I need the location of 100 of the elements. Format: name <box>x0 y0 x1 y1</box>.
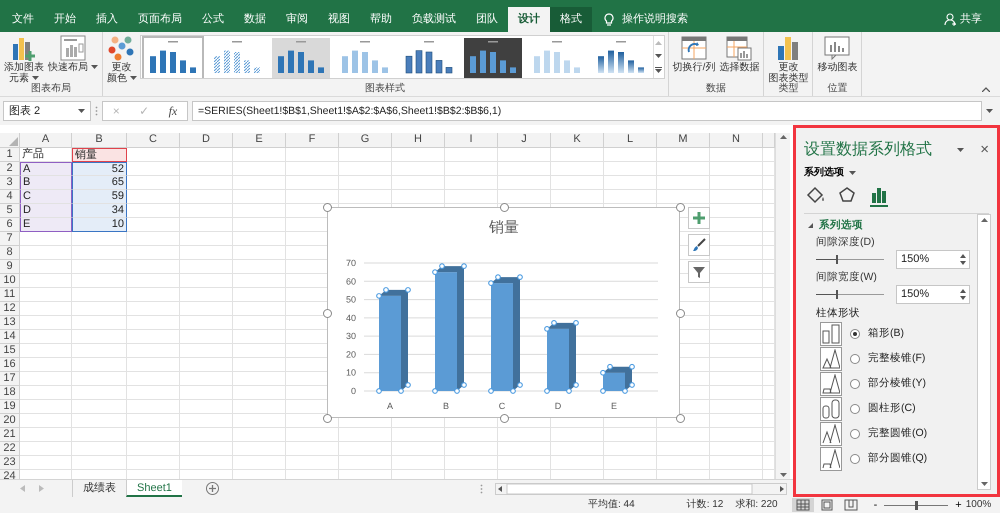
option-label[interactable]: 箱形(B) <box>868 326 904 342</box>
chart-area[interactable]: 销量 0 10 20 30 40 50 60 70 A B C D E <box>327 207 680 418</box>
lightbulb-icon[interactable] <box>604 12 614 26</box>
ribbon-button[interactable]: 快速布局 <box>47 34 99 73</box>
point-handle[interactable] <box>376 388 382 394</box>
radio-button[interactable] <box>850 429 860 440</box>
spin-arrows-icon[interactable] <box>960 254 966 265</box>
resize-handle[interactable] <box>323 203 332 212</box>
ribbon-tab[interactable]: 文件 <box>2 7 44 32</box>
row-header[interactable]: 18 <box>0 386 20 400</box>
radio-button[interactable] <box>850 354 860 364</box>
horizontal-scrollbar[interactable] <box>495 482 787 494</box>
column-header[interactable]: L <box>604 133 657 148</box>
column-header[interactable]: K <box>551 133 604 148</box>
ribbon-tab[interactable]: 负载测试 <box>402 7 466 32</box>
ribbon-tab[interactable]: 审阅 <box>276 7 318 32</box>
point-handle[interactable] <box>517 274 523 280</box>
point-handle[interactable] <box>432 388 438 394</box>
formula-button[interactable]: fx <box>164 102 182 120</box>
row-header[interactable]: 15 <box>0 344 20 358</box>
add-sheet-icon[interactable] <box>206 482 219 495</box>
row-header[interactable]: 10 <box>0 274 20 288</box>
row-header[interactable]: 19 <box>0 400 20 414</box>
more-icon[interactable] <box>655 67 662 74</box>
scroll-up-icon[interactable] <box>780 135 786 139</box>
option-label[interactable]: 部分圆锥(Q) <box>868 451 928 468</box>
column-header[interactable]: M <box>657 133 710 148</box>
option-label[interactable]: 完整棱锥(F) <box>868 351 926 368</box>
ribbon-tab[interactable]: 页面布局 <box>128 7 192 32</box>
row-header[interactable]: 20 <box>0 414 20 428</box>
chart-style-thumbnail[interactable] <box>142 36 204 78</box>
ribbon-button[interactable]: 更改 图表类型 <box>767 34 810 84</box>
close-button[interactable]: × <box>976 138 993 162</box>
scroll-up-icon[interactable] <box>980 218 988 222</box>
point-handle[interactable] <box>573 320 579 326</box>
row-header[interactable]: 23 <box>0 456 20 470</box>
point-handle[interactable] <box>461 263 467 269</box>
row-header[interactable]: 1 <box>0 148 20 162</box>
ribbon-button[interactable]: 选择数据 <box>718 34 760 73</box>
row-header[interactable]: 11 <box>0 288 20 302</box>
ribbon-button[interactable]: 添加图表 元素 <box>3 34 45 84</box>
panel-tab[interactable] <box>870 186 888 207</box>
chart-title[interactable]: 销量 <box>489 219 519 236</box>
ribbon-button[interactable]: 切换行/列 <box>672 34 716 73</box>
sheet-tab[interactable]: Sheet1 <box>126 480 182 497</box>
resize-handle[interactable] <box>323 308 332 318</box>
column-header[interactable]: G <box>339 133 392 148</box>
formula-field[interactable]: =SERIES(Sheet1!$B$1,Sheet1!$A$2:$A$6,Sheet1!$B$2:$B$6,1) <box>192 101 982 121</box>
ribbon-tab[interactable]: 视图 <box>318 7 360 32</box>
row-header[interactable]: 9 <box>0 260 20 274</box>
radio-button[interactable] <box>850 379 860 390</box>
row-header[interactable]: 8 <box>0 246 20 260</box>
column-header[interactable]: B <box>72 133 127 148</box>
chart-side-button[interactable] <box>688 261 710 283</box>
zoom-in-button[interactable]: + <box>951 498 966 512</box>
row-header[interactable]: 21 <box>0 428 20 442</box>
row-header[interactable]: 5 <box>0 204 20 218</box>
spin-arrows-icon[interactable] <box>960 288 966 300</box>
row-header[interactable]: 12 <box>0 302 20 316</box>
scroll-down-icon[interactable] <box>780 473 786 477</box>
tell-me-search[interactable]: 操作说明搜索 <box>622 11 688 28</box>
point-handle[interactable] <box>544 388 550 394</box>
row-header[interactable]: 22 <box>0 442 20 456</box>
share-button[interactable]: 共享 <box>938 7 988 32</box>
options-menu[interactable]: 系列选项 <box>804 165 856 180</box>
row-header[interactable]: 4 <box>0 190 20 204</box>
ribbon-tab[interactable]: 团队 <box>466 7 508 32</box>
ribbon-tab[interactable]: 插入 <box>86 7 128 32</box>
collapse-icon[interactable] <box>982 87 990 92</box>
column-header[interactable]: D <box>180 133 233 148</box>
row-header[interactable]: 16 <box>0 358 20 372</box>
column-header[interactable]: A <box>20 133 72 148</box>
row-header[interactable]: 24 <box>0 470 20 479</box>
radio-button[interactable] <box>850 404 860 414</box>
view-button[interactable] <box>792 498 814 512</box>
point-handle[interactable] <box>488 388 494 394</box>
scroll-down-icon[interactable] <box>655 54 662 58</box>
row-header[interactable]: 3 <box>0 176 20 190</box>
row-header[interactable]: 14 <box>0 330 20 344</box>
column-header[interactable]: N <box>710 133 763 148</box>
column-header[interactable]: I <box>445 133 498 148</box>
row-header[interactable]: 7 <box>0 232 20 246</box>
ribbon-tab[interactable]: 公式 <box>192 7 234 32</box>
ribbon-tab[interactable]: 设计 <box>508 7 550 32</box>
ribbon-tab[interactable]: 帮助 <box>360 7 402 32</box>
radio-button[interactable] <box>850 454 860 464</box>
spin-field[interactable]: 150% <box>896 250 970 269</box>
section-title[interactable]: 系列选项 <box>819 218 863 234</box>
point-handle[interactable] <box>600 388 606 394</box>
column-header[interactable]: E <box>233 133 286 148</box>
row-header[interactable]: 6 <box>0 218 20 232</box>
vertical-scrollbar[interactable] <box>775 133 790 479</box>
point-handle[interactable] <box>629 364 635 370</box>
name-box[interactable]: 图表 2 <box>3 101 91 121</box>
ribbon-button[interactable]: 更改 颜色 <box>106 34 138 84</box>
column-header[interactable]: C <box>127 133 180 148</box>
resize-handle[interactable] <box>676 203 685 212</box>
option-label[interactable]: 部分棱锥(Y) <box>868 376 926 392</box>
row-header[interactable]: 13 <box>0 316 20 330</box>
chart-side-button[interactable] <box>688 234 710 256</box>
